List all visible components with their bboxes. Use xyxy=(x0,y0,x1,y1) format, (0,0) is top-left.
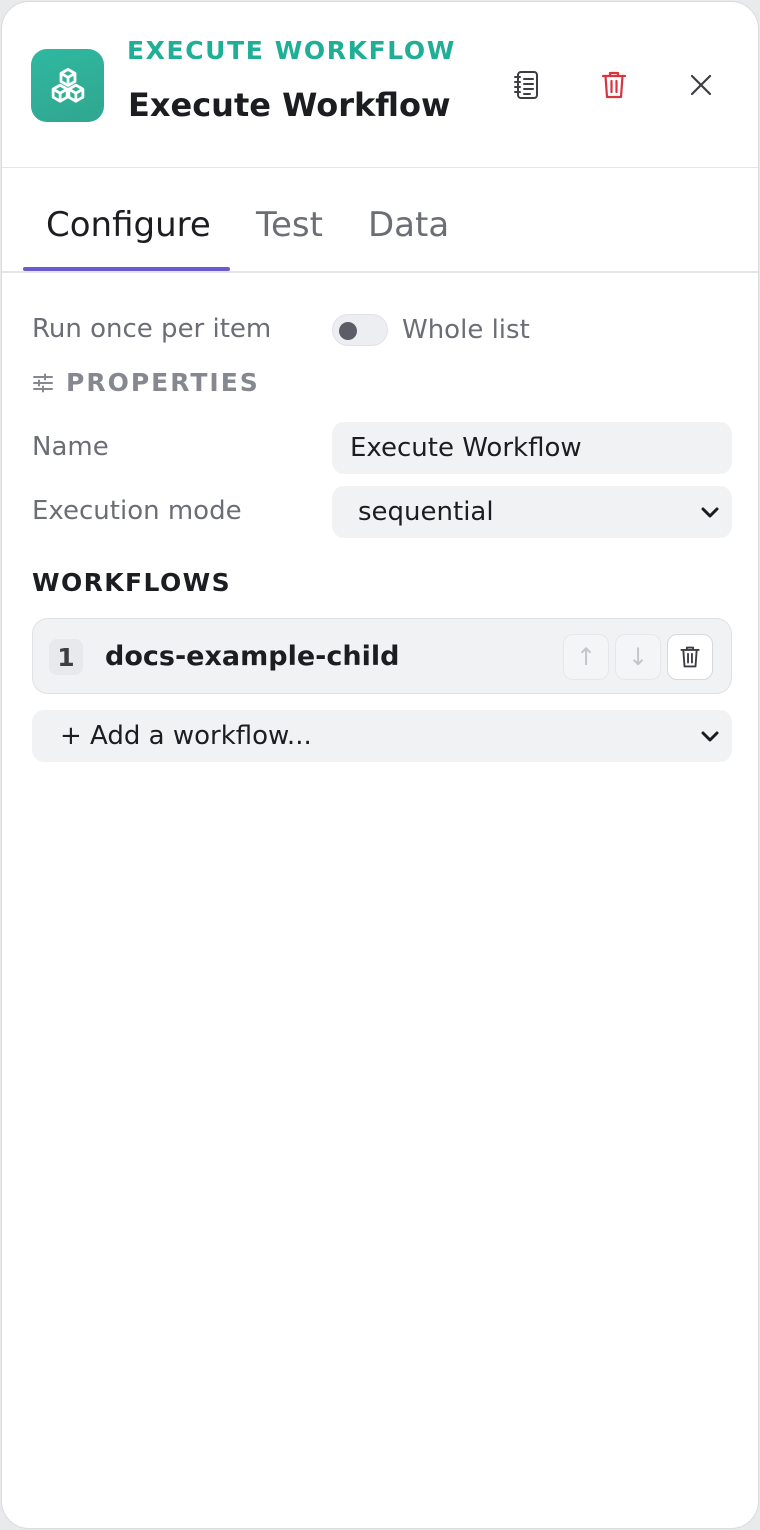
sliders-icon xyxy=(33,373,53,392)
chevron-down-icon xyxy=(701,731,719,742)
execution-mode-label: Execution mode xyxy=(32,496,242,526)
run-mode-label: Run once per item xyxy=(32,314,272,344)
panel-header: EXECUTE WORKFLOW Execute Workflow xyxy=(2,2,758,168)
delete-node-button[interactable] xyxy=(591,62,637,108)
move-down-button[interactable]: ↓ xyxy=(615,634,661,680)
trash-icon xyxy=(601,71,627,99)
tab-data[interactable]: Data xyxy=(368,205,449,245)
node-title: Execute Workflow xyxy=(128,86,451,124)
add-workflow-select[interactable]: + Add a workflow... xyxy=(32,710,732,762)
whole-list-label: Whole list xyxy=(402,315,530,345)
move-up-button[interactable]: ↑ xyxy=(563,634,609,680)
execution-mode-value: sequential xyxy=(358,497,494,527)
execution-mode-select[interactable]: sequential xyxy=(332,486,732,538)
tab-configure[interactable]: Configure xyxy=(46,205,211,245)
add-workflow-placeholder: + Add a workflow... xyxy=(60,721,312,751)
workflow-name: docs-example-child xyxy=(105,641,400,672)
docs-button[interactable] xyxy=(504,62,550,108)
node-type-label: EXECUTE WORKFLOW xyxy=(127,36,456,65)
close-panel-button[interactable] xyxy=(678,62,724,108)
toggle-knob xyxy=(339,322,357,340)
active-tab-indicator xyxy=(23,267,230,271)
workflow-index: 1 xyxy=(49,639,83,675)
whole-list-toggle[interactable] xyxy=(332,314,388,346)
trash-icon xyxy=(680,646,700,668)
tab-test[interactable]: Test xyxy=(256,205,323,245)
remove-workflow-button[interactable] xyxy=(667,634,713,680)
node-config-panel: EXECUTE WORKFLOW Execute Workflow Config… xyxy=(1,1,759,1529)
name-label: Name xyxy=(32,432,109,462)
properties-heading: PROPERTIES xyxy=(32,368,260,397)
properties-heading-text: PROPERTIES xyxy=(66,368,260,397)
chevron-down-icon xyxy=(701,507,719,518)
workflow-list-item: 1 docs-example-child ↑ ↓ xyxy=(32,618,732,694)
cubes-icon xyxy=(31,49,104,122)
name-input[interactable]: Execute Workflow xyxy=(332,422,732,474)
tab-bar: Configure Test Data xyxy=(2,168,758,273)
workflows-heading: WORKFLOWS xyxy=(32,568,232,597)
document-list-icon xyxy=(514,71,538,99)
close-icon xyxy=(690,74,712,96)
